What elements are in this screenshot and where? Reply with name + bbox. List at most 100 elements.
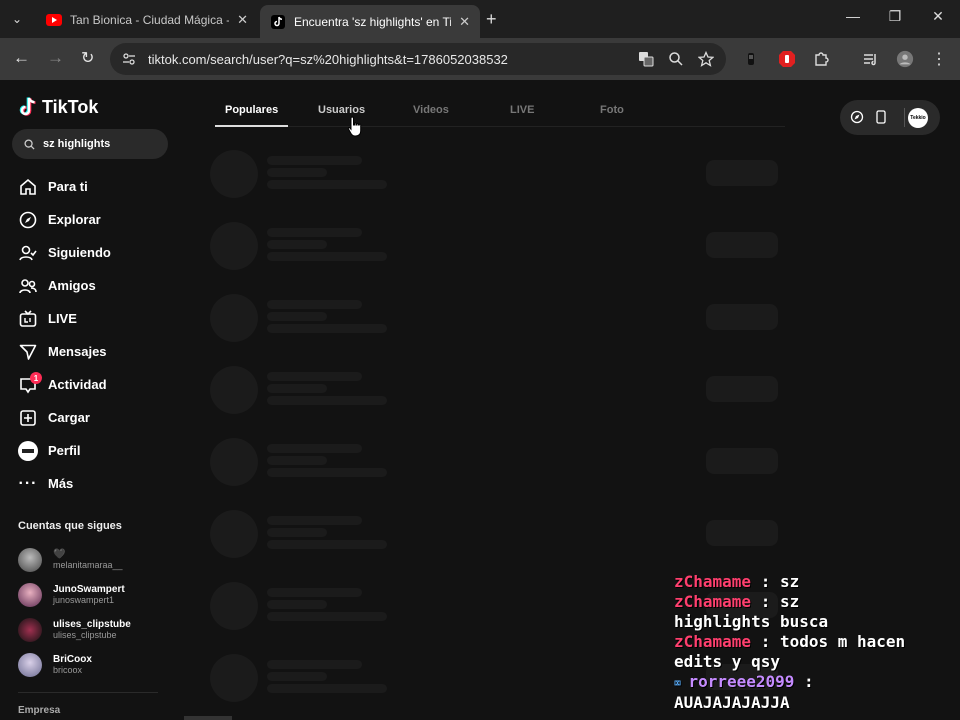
back-icon[interactable]: ← bbox=[13, 48, 30, 68]
skeleton-line bbox=[267, 444, 362, 453]
bookmark-star-icon[interactable] bbox=[697, 50, 715, 68]
notification-badge: 1 bbox=[30, 372, 42, 384]
tab-live[interactable]: LIVE bbox=[510, 104, 534, 116]
sidebar-item-label: Perfil bbox=[48, 443, 81, 458]
translate-icon[interactable] bbox=[637, 50, 655, 68]
sidebar-item-mensajes[interactable]: Mensajes bbox=[18, 335, 111, 368]
sidebar-item-explorar[interactable]: Explorar bbox=[18, 203, 111, 236]
sidebar-item-para-ti[interactable]: Para ti bbox=[18, 170, 111, 203]
sidebar-item-live[interactable]: LIVE bbox=[18, 302, 111, 335]
search-input[interactable]: sz highlights bbox=[12, 129, 168, 159]
profile-avatar bbox=[18, 440, 38, 461]
sidebar-item-label: Siguiendo bbox=[48, 245, 111, 260]
skeleton-avatar bbox=[210, 222, 258, 270]
phone-icon[interactable] bbox=[873, 109, 889, 125]
logo-text: TikTok bbox=[42, 96, 99, 117]
tiktok-logo[interactable]: TikTok bbox=[18, 96, 98, 118]
sidebar-item-mas[interactable]: ··· Más bbox=[18, 467, 111, 500]
tiktok-logo-icon bbox=[19, 97, 36, 116]
sidebar-divider bbox=[18, 692, 158, 693]
following-username: bricoox bbox=[53, 665, 83, 675]
close-window-button[interactable]: ✕ bbox=[928, 8, 948, 25]
tiktok-icon bbox=[270, 14, 286, 30]
following-username: ulises_clipstube bbox=[53, 630, 117, 640]
chat-text: : sz bbox=[751, 572, 800, 591]
skeleton-line bbox=[267, 300, 362, 309]
skeleton-avatar bbox=[210, 438, 258, 486]
sidebar-item-amigos[interactable]: Amigos bbox=[18, 269, 111, 302]
horizontal-scrollbar[interactable] bbox=[184, 716, 232, 720]
minimize-button[interactable]: — bbox=[843, 8, 863, 24]
loading-skeleton-row bbox=[210, 222, 790, 294]
loading-skeleton-row bbox=[210, 294, 790, 366]
upload-icon bbox=[18, 408, 38, 428]
sidebar-item-siguiendo[interactable]: Siguiendo bbox=[18, 236, 111, 269]
tab-usuarios[interactable]: Usuarios bbox=[318, 104, 365, 116]
compass-icon[interactable] bbox=[849, 109, 865, 125]
reload-icon[interactable]: ↻ bbox=[81, 48, 94, 68]
browser-menu-icon[interactable]: ⋮ bbox=[930, 50, 948, 68]
skeleton-button bbox=[706, 304, 778, 330]
compass-icon bbox=[18, 210, 38, 230]
restore-button[interactable]: ❐ bbox=[885, 8, 905, 25]
sidebar-item-label: Explorar bbox=[48, 212, 101, 227]
media-control-icon[interactable] bbox=[862, 50, 880, 68]
following-icon bbox=[18, 243, 38, 263]
following-name: 🖤 bbox=[53, 549, 66, 560]
footer-empresa[interactable]: Empresa bbox=[18, 705, 60, 716]
chat-message: zChamame : sz bbox=[674, 572, 960, 592]
following-item[interactable]: JunoSwampert junoswampert1 bbox=[18, 577, 131, 612]
sidebar-item-label: LIVE bbox=[48, 311, 77, 326]
close-tab-icon[interactable]: ✕ bbox=[459, 14, 470, 30]
tab-populares[interactable]: Populares bbox=[225, 104, 278, 116]
search-tabs: Populares Usuarios Videos LIVE Foto bbox=[215, 102, 785, 127]
profile-avatar-icon[interactable] bbox=[896, 50, 914, 68]
sidebar-item-perfil[interactable]: Perfil bbox=[18, 434, 111, 467]
chat-message: zChamame : sz highlights busca bbox=[674, 592, 894, 632]
user-avatar[interactable]: Tekkio bbox=[908, 108, 928, 128]
skeleton-line bbox=[267, 168, 327, 177]
following-item[interactable]: BriCoox bricoox bbox=[18, 647, 131, 682]
sidebar-item-label: Cargar bbox=[48, 410, 90, 425]
following-list: 🖤 melanitamaraa__ JunoSwampert junoswamper… bbox=[18, 542, 131, 682]
tab-search-menu[interactable]: ⌄ bbox=[6, 8, 28, 30]
following-name: JunoSwampert bbox=[53, 584, 125, 595]
skeleton-button bbox=[706, 376, 778, 402]
forward-icon[interactable]: → bbox=[47, 48, 64, 68]
skeleton-line bbox=[267, 612, 387, 621]
zoom-icon[interactable] bbox=[667, 50, 685, 68]
following-name: BriCoox bbox=[53, 654, 92, 665]
skeleton-line bbox=[267, 684, 387, 693]
skeleton-avatar bbox=[210, 582, 258, 630]
extension-icon[interactable] bbox=[742, 50, 760, 68]
following-item[interactable]: 🖤 melanitamaraa__ bbox=[18, 542, 131, 577]
site-info-icon[interactable] bbox=[120, 50, 138, 68]
following-item[interactable]: ulises_clipstube ulises_clipstube bbox=[18, 612, 131, 647]
browser-tab-youtube[interactable]: Tan Bionica - Ciudad Mágica - Y ✕ bbox=[36, 5, 258, 34]
skeleton-button bbox=[706, 160, 778, 186]
chat-username: zChamame bbox=[674, 592, 752, 611]
close-tab-icon[interactable]: ✕ bbox=[237, 12, 248, 28]
skeleton-line bbox=[267, 324, 387, 333]
loading-skeleton-row bbox=[210, 366, 790, 438]
chat-message: ⌧ rorreee2099 : AUAJAJAJAJJA bbox=[674, 672, 894, 713]
tab-foto[interactable]: Foto bbox=[600, 104, 624, 116]
tab-videos[interactable]: Videos bbox=[413, 104, 449, 116]
skeleton-line bbox=[267, 456, 327, 465]
adblock-icon[interactable] bbox=[778, 50, 796, 68]
sidebar-item-cargar[interactable]: Cargar bbox=[18, 401, 111, 434]
tab-title: Encuentra 'sz highlights' en TikT bbox=[294, 14, 452, 29]
skeleton-line bbox=[267, 180, 387, 189]
skeleton-line bbox=[267, 228, 362, 237]
extensions-puzzle-icon[interactable] bbox=[812, 50, 830, 68]
skeleton-line bbox=[267, 588, 362, 597]
sidebar-menu: Para ti Explorar Siguiendo Amigos LIVE M… bbox=[18, 170, 111, 500]
skeleton-line bbox=[267, 600, 327, 609]
browser-tab-tiktok[interactable]: Encuentra 'sz highlights' en TikT ✕ bbox=[260, 5, 480, 38]
sidebar-item-actividad[interactable]: 1 Actividad bbox=[18, 368, 111, 401]
sidebar-item-label: Mensajes bbox=[48, 344, 107, 359]
avatar bbox=[18, 617, 42, 642]
separator bbox=[904, 108, 905, 127]
new-tab-button[interactable]: + bbox=[486, 9, 497, 30]
stream-chat-overlay: zChamame : sz zChamame : sz highlights b… bbox=[674, 572, 960, 713]
